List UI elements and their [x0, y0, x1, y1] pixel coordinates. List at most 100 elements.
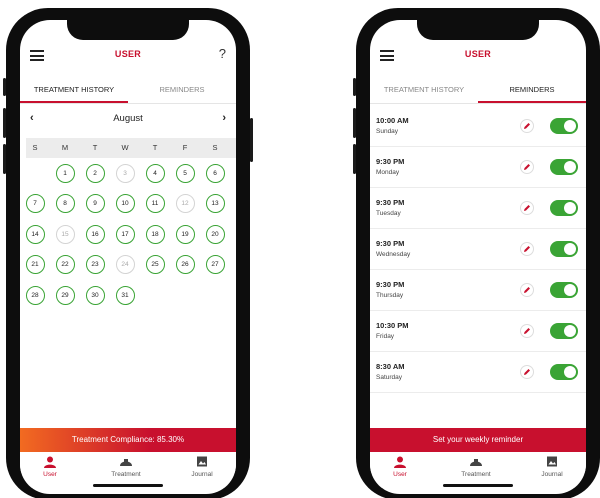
reminder-day: Tuesday [376, 210, 401, 217]
reminder-toggle[interactable] [550, 200, 578, 216]
toggle-knob [564, 284, 576, 296]
reminder-row: 10:00 AM Sunday [370, 106, 586, 147]
reminder-toggle[interactable] [550, 364, 578, 380]
tab-bar: TREATMENT HISTORY REMINDERS [370, 78, 586, 104]
toggle-knob [564, 243, 576, 255]
reminder-time: 9:30 PM [376, 280, 405, 289]
calendar-day[interactable]: 24 [115, 255, 135, 274]
calendar-day[interactable]: 28 [25, 285, 45, 305]
calendar-grid: 1 2 3 4 5 6 7 8 9 10 11 12 13 14 15 16 17 18 19 20 21 22 23 24 2… [20, 20, 236, 494]
reminder-row: 9:30 PM Monday [370, 147, 586, 188]
reminder-toggle[interactable] [550, 323, 578, 339]
bottom-nav: User Treatment Journal [20, 452, 236, 488]
reminder-time: 9:30 PM [376, 157, 405, 166]
calendar-day[interactable]: 1 [55, 163, 75, 183]
reminder-day: Monday [376, 169, 400, 176]
calendar-day[interactable]: 13 [205, 194, 225, 213]
journal-icon [547, 456, 557, 467]
reminder-row: 9:30 PM Tuesday [370, 188, 586, 229]
home-indicator [443, 484, 513, 487]
screen-title: USER [464, 49, 492, 59]
calendar-day[interactable]: 25 [145, 255, 165, 274]
reminder-time: 8:30 AM [376, 362, 405, 371]
calendar-day[interactable]: 19 [175, 224, 195, 244]
nav-treatment-label: Treatment [461, 471, 491, 478]
calendar-day[interactable]: 27 [205, 255, 225, 274]
phone-frame-left: USER ? TREATMENT HISTORY REMINDERS ‹ Aug… [3, 8, 253, 498]
toggle-knob [564, 202, 576, 214]
treatment-icon [120, 459, 132, 466]
reminder-time: 9:30 PM [376, 198, 405, 207]
calendar-day[interactable]: 23 [85, 255, 105, 274]
calendar-day[interactable]: 17 [115, 224, 135, 244]
calendar-day[interactable]: 22 [55, 255, 75, 274]
calendar-day[interactable]: 16 [85, 224, 105, 244]
edit-pencil-icon[interactable] [520, 283, 534, 297]
calendar-day[interactable]: 14 [25, 224, 45, 244]
toggle-knob [564, 325, 576, 337]
calendar-day[interactable]: 12 [175, 194, 195, 213]
home-indicator [93, 484, 163, 487]
edit-pencil-icon[interactable] [520, 201, 534, 215]
calendar-day[interactable]: 3 [115, 163, 135, 183]
calendar-day[interactable]: 7 [25, 194, 45, 213]
calendar-day[interactable]: 9 [85, 194, 105, 213]
bottom-nav: User Treatment Journal [370, 452, 586, 488]
edit-pencil-icon[interactable] [520, 324, 534, 338]
toggle-knob [564, 161, 576, 173]
calendar-day[interactable]: 29 [55, 285, 75, 305]
calendar-day[interactable]: 10 [115, 194, 135, 213]
toggle-knob [564, 120, 576, 132]
nav-journal[interactable]: Journal [522, 456, 582, 478]
calendar-day[interactable]: 11 [145, 194, 165, 213]
nav-user[interactable]: User [370, 456, 430, 478]
treatment-history-screen: USER ? TREATMENT HISTORY REMINDERS ‹ Aug… [20, 20, 236, 494]
calendar-day[interactable]: 26 [175, 255, 195, 274]
toggle-knob [564, 366, 576, 378]
reminder-toggle[interactable] [550, 118, 578, 134]
set-reminder-button[interactable]: Set your weekly reminder [370, 428, 586, 452]
nav-journal-label: Journal [191, 471, 213, 478]
edit-pencil-icon[interactable] [520, 160, 534, 174]
reminder-toggle[interactable] [550, 241, 578, 257]
reminder-day: Sunday [376, 128, 399, 135]
calendar-day[interactable]: 20 [205, 224, 225, 244]
treatment-icon [470, 459, 482, 466]
reminder-time: 10:30 PM [376, 321, 409, 330]
edit-pencil-icon[interactable] [520, 365, 534, 379]
app-mockup-stage: USER ? TREATMENT HISTORY REMINDERS ‹ Aug… [0, 0, 600, 498]
reminder-row: 9:30 PM Thursday [370, 270, 586, 311]
tab-treatment-history[interactable]: TREATMENT HISTORY [370, 78, 478, 103]
nav-user-label: User [43, 471, 57, 478]
calendar-day[interactable]: 18 [145, 224, 165, 244]
reminder-time: 9:30 PM [376, 239, 405, 248]
journal-icon [197, 456, 207, 467]
calendar-day[interactable]: 6 [205, 163, 225, 183]
reminders-screen: USER TREATMENT HISTORY REMINDERS 10:00 A… [370, 20, 586, 494]
user-icon [394, 456, 406, 468]
phone-notch [417, 20, 539, 40]
nav-treatment-label: Treatment [111, 471, 141, 478]
calendar-day[interactable]: 21 [25, 255, 45, 274]
edit-pencil-icon[interactable] [520, 119, 534, 133]
reminder-toggle[interactable] [550, 159, 578, 175]
tab-reminders[interactable]: REMINDERS [478, 78, 586, 103]
reminder-row: 9:30 PM Wednesday [370, 229, 586, 270]
edit-pencil-icon[interactable] [520, 242, 534, 256]
reminder-time: 10:00 AM [376, 116, 409, 125]
calendar-day[interactable]: 4 [145, 163, 165, 183]
calendar-day[interactable]: 15 [55, 224, 75, 244]
calendar-day[interactable]: 8 [55, 194, 75, 213]
nav-journal-label: Journal [541, 471, 563, 478]
reminder-row: 10:30 PM Friday [370, 311, 586, 352]
calendar-day[interactable]: 30 [85, 285, 105, 305]
reminder-toggle[interactable] [550, 282, 578, 298]
calendar-day[interactable]: 31 [115, 285, 135, 305]
nav-user[interactable]: User [20, 456, 80, 478]
calendar-day[interactable]: 2 [85, 163, 105, 183]
phone-notch [67, 20, 189, 40]
nav-treatment[interactable]: Treatment [446, 456, 506, 478]
calendar-day[interactable]: 5 [175, 163, 195, 183]
nav-treatment[interactable]: Treatment [96, 456, 156, 478]
nav-journal[interactable]: Journal [172, 456, 232, 478]
